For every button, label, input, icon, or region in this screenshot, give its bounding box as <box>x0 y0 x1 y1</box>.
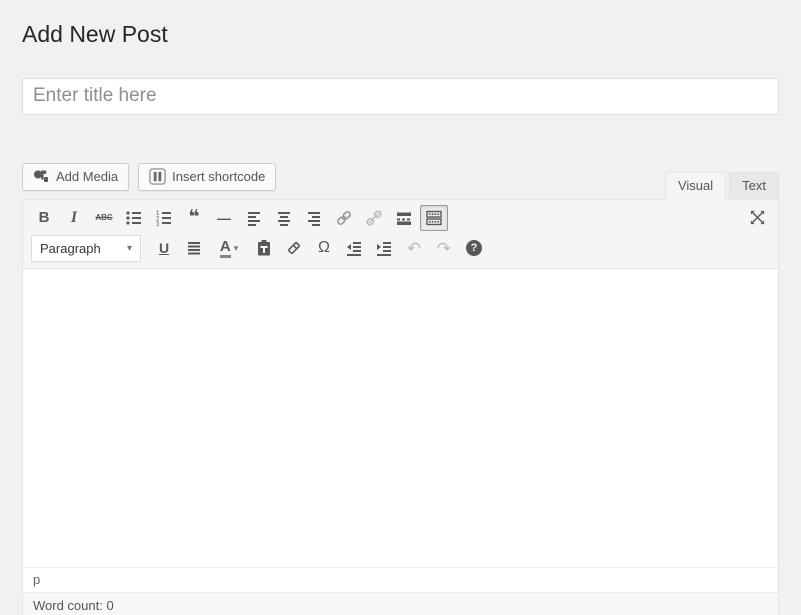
align-right-button[interactable] <box>300 205 328 231</box>
insert-shortcode-label: Insert shortcode <box>172 169 265 184</box>
word-count: Word count: 0 <box>23 592 778 615</box>
redo-button[interactable]: ↷ <box>430 235 458 261</box>
media-buttons: Add Media Insert shortcode <box>22 163 276 199</box>
undo-icon: ↶ <box>407 240 421 257</box>
align-right-icon <box>305 209 323 227</box>
editor-mode-tabs: Visual Text <box>665 172 779 199</box>
fullscreen-button[interactable] <box>743 205 771 231</box>
toolbar-row-1: B I ABC <box>29 203 772 233</box>
align-center-button[interactable] <box>270 205 298 231</box>
media-icon <box>33 169 50 184</box>
bullet-list-button[interactable] <box>120 205 148 231</box>
element-path[interactable]: p <box>23 568 778 592</box>
add-new-post-page: Add New Post Add Media <box>0 0 801 615</box>
toolbar-toggle-icon <box>425 209 443 227</box>
blockquote-button[interactable]: ❝ <box>180 205 208 231</box>
align-justify-icon <box>185 239 203 257</box>
help-button[interactable]: ? <box>460 235 488 261</box>
underline-icon: U <box>159 240 169 256</box>
align-center-icon <box>275 209 293 227</box>
link-icon <box>335 209 353 227</box>
editor-container: B I ABC <box>22 199 779 615</box>
editor-top-bar: Add Media Insert shortcode Visual Text <box>22 163 779 199</box>
tab-text[interactable]: Text <box>729 172 779 199</box>
indent-icon <box>375 239 393 257</box>
bullet-list-icon <box>125 209 143 227</box>
align-left-button[interactable] <box>240 205 268 231</box>
bold-icon: B <box>39 209 50 226</box>
indent-button[interactable] <box>370 235 398 261</box>
add-media-label: Add Media <box>56 169 118 184</box>
paragraph-format-dropdown[interactable]: Paragraph ▾ <box>31 235 141 262</box>
toolbar-toggle-button[interactable] <box>420 205 448 231</box>
numbered-list-icon: 1 2 3 <box>155 209 173 227</box>
blockquote-icon: ❝ <box>188 206 199 230</box>
shortcode-icon <box>149 168 166 185</box>
eraser-icon <box>285 239 303 257</box>
unlink-icon <box>365 209 383 227</box>
horizontal-rule-icon: — <box>217 210 231 226</box>
horizontal-rule-button[interactable]: — <box>210 205 238 231</box>
numbered-list-button[interactable]: 1 2 3 <box>150 205 178 231</box>
editor-toolbar: B I ABC <box>23 200 778 269</box>
special-character-icon: Ω <box>318 239 330 257</box>
align-left-icon <box>245 209 263 227</box>
redo-icon: ↷ <box>437 240 451 257</box>
align-justify-button[interactable] <box>180 235 208 261</box>
toolbar-row-2: Paragraph ▾ U A ▾ <box>29 233 772 264</box>
tab-visual[interactable]: Visual <box>665 172 726 200</box>
insert-shortcode-button[interactable]: Insert shortcode <box>138 163 276 191</box>
undo-button[interactable]: ↶ <box>400 235 428 261</box>
post-title-input[interactable] <box>22 78 779 115</box>
chevron-down-icon: ▾ <box>234 243 239 254</box>
strikethrough-icon: ABC <box>95 213 112 222</box>
help-icon: ? <box>466 240 482 256</box>
chevron-down-icon: ▾ <box>127 243 132 254</box>
fullscreen-icon <box>749 209 766 226</box>
italic-icon: I <box>71 209 77 227</box>
bold-button[interactable]: B <box>30 205 58 231</box>
add-media-button[interactable]: Add Media <box>22 163 129 191</box>
svg-text:3: 3 <box>156 222 160 227</box>
insert-link-button[interactable] <box>330 205 358 231</box>
editor-content-area[interactable] <box>23 269 778 567</box>
underline-button[interactable]: U <box>150 235 178 261</box>
more-tag-icon <box>395 209 413 227</box>
paste-as-text-icon <box>255 239 273 257</box>
word-count-value: 0 <box>106 598 113 613</box>
page-title: Add New Post <box>22 20 779 50</box>
clear-formatting-button[interactable] <box>280 235 308 261</box>
text-color-button[interactable]: A ▾ <box>210 235 248 261</box>
paste-as-text-button[interactable] <box>250 235 278 261</box>
strikethrough-button[interactable]: ABC <box>90 205 118 231</box>
word-count-label: Word count: <box>33 598 103 613</box>
outdent-icon <box>345 239 363 257</box>
unlink-button[interactable] <box>360 205 388 231</box>
text-color-icon: A <box>220 239 231 259</box>
more-tag-button[interactable] <box>390 205 418 231</box>
editor-statusbar: p Word count: 0 <box>23 567 778 615</box>
italic-button[interactable]: I <box>60 205 88 231</box>
outdent-button[interactable] <box>340 235 368 261</box>
paragraph-format-label: Paragraph <box>40 241 101 256</box>
special-character-button[interactable]: Ω <box>310 235 338 261</box>
